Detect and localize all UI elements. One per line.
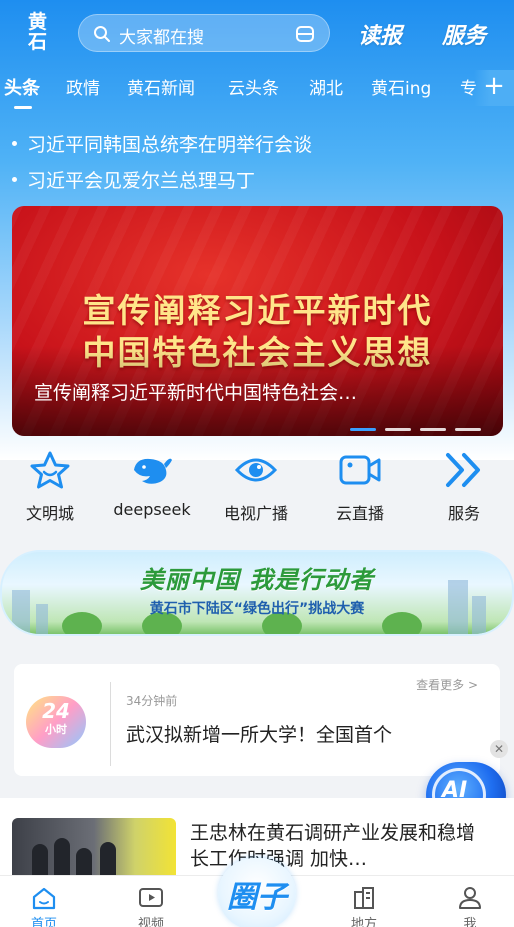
pagination-dot[interactable] — [420, 428, 446, 431]
tab-huangshi-ing[interactable]: 黄石ing — [371, 74, 431, 99]
bullet-icon — [12, 177, 17, 182]
pagination-dot[interactable] — [350, 428, 376, 431]
entry-cloud-live[interactable]: 云直播 — [315, 450, 405, 524]
double-chevron-right-icon — [446, 453, 480, 487]
entry-deepseek[interactable]: deepseek — [107, 450, 197, 519]
add-channel-button[interactable]: + — [474, 70, 514, 106]
user-icon — [459, 887, 481, 909]
read-paper-link[interactable]: 读报 — [358, 18, 402, 50]
home-icon — [32, 887, 56, 910]
star-icon — [30, 451, 70, 489]
nav-local[interactable]: 地方 — [324, 876, 404, 927]
pagination-dot[interactable] — [455, 428, 481, 431]
pagination-dot[interactable] — [385, 428, 411, 431]
banner-pagination — [341, 416, 481, 431]
hero-banner[interactable]: 宣传阐释习近平新时代 中国特色社会主义思想 宣传阐释习近平新时代中国特色社会… — [12, 206, 503, 436]
building-icon — [354, 887, 374, 909]
banner-title-line1: 宣传阐释习近平新时代 — [82, 291, 433, 330]
news-time: 34分钟前 — [126, 694, 178, 708]
headline-item[interactable]: 习近平同韩国总统李在明举行会谈 — [12, 130, 312, 157]
search-icon — [94, 26, 110, 42]
search-bar[interactable]: 大家都在搜 — [78, 14, 330, 52]
24h-badge: 24 小时 — [26, 696, 86, 748]
tab-huangshi-news[interactable]: 黄石新闻 — [127, 74, 195, 99]
see-more-link[interactable]: 查看更多 > — [416, 676, 478, 693]
whale-icon — [134, 458, 172, 484]
promo-title: 美丽中国 我是行动者 — [139, 566, 375, 594]
service-link[interactable]: 服务 — [442, 18, 486, 50]
nav-video[interactable]: 视频 — [111, 876, 191, 927]
scan-icon[interactable] — [295, 24, 315, 44]
promo-banner[interactable]: 美丽中国 我是行动者 黄石市下陆区“绿色出行”挑战大赛 — [0, 550, 514, 636]
active-tab-indicator — [14, 106, 32, 109]
nav-me[interactable]: 我 — [430, 876, 510, 927]
entry-service[interactable]: 服务 — [419, 450, 509, 524]
app-header: 黄 石 大家都在搜 读报 服务 — [0, 10, 514, 58]
tab-cloud-headlines[interactable]: 云头条 — [228, 74, 279, 99]
app-logo[interactable]: 黄 石 — [16, 12, 60, 56]
nav-circle-button[interactable]: 圈子 — [218, 858, 296, 927]
news-24h-card[interactable]: 24 小时 34分钟前 查看更多 > 武汉拟新增一所大学！全国首个 — [14, 664, 500, 776]
divider — [110, 682, 111, 766]
close-icon[interactable]: ✕ — [490, 740, 508, 758]
news-title[interactable]: 武汉拟新增一所大学！全国首个 — [126, 720, 392, 747]
promo-subtitle: 黄石市下陆区“绿色出行”挑战大赛 — [149, 601, 365, 617]
tab-politics[interactable]: 政情 — [66, 74, 100, 99]
video-camera-icon — [339, 455, 381, 485]
tab-headlines[interactable]: 头条 — [4, 74, 40, 100]
entry-civilized-city[interactable]: 文明城 — [5, 450, 95, 524]
play-icon — [139, 888, 163, 907]
tab-hubei[interactable]: 湖北 — [309, 74, 343, 99]
nav-home[interactable]: 首页 — [4, 876, 84, 927]
channel-tabs: 头条 政情 黄石新闻 云头条 湖北 黄石ing 专 + — [0, 70, 514, 110]
eye-icon — [234, 458, 278, 482]
search-placeholder: 大家都在搜 — [119, 28, 204, 48]
bullet-icon — [12, 141, 17, 146]
headline-item[interactable]: 习近平会见爱尔兰总理马丁 — [12, 166, 255, 193]
banner-caption: 宣传阐释习近平新时代中国特色社会… — [34, 382, 358, 404]
entry-tv-broadcast[interactable]: 电视广播 — [211, 450, 301, 524]
